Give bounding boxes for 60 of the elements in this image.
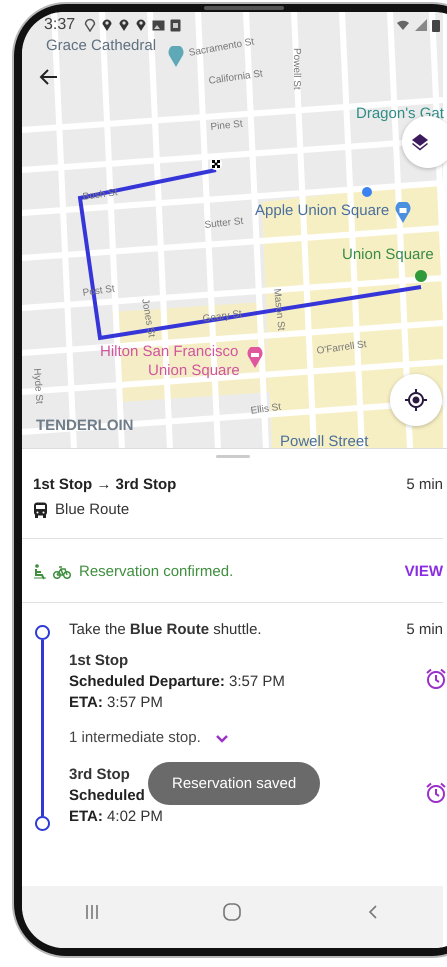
map-label: Sacramento St <box>188 36 256 59</box>
map-label: Geary St <box>202 308 243 325</box>
map-label: Union Square <box>148 363 240 380</box>
map-label: Hilton San Francisco <box>100 344 238 360</box>
wheelchair-icon <box>33 564 47 580</box>
map-label: Powell St <box>291 48 302 90</box>
back-chevron-icon <box>368 904 378 920</box>
map-label: Pine St <box>210 118 244 133</box>
map-label: Ellis St <box>250 402 282 417</box>
stop-time: Scheduled <box>69 787 146 804</box>
stop-name: 3rd Stop <box>69 766 131 783</box>
bus-icon <box>33 502 48 518</box>
home-icon <box>223 903 242 921</box>
location-pin-icon <box>135 18 148 32</box>
drag-handle[interactable] <box>216 455 250 458</box>
map-label: Union Square <box>342 247 434 264</box>
map-label: Apple Union Square <box>255 203 390 220</box>
reservation-status: Reservation confirmed. <box>79 563 234 580</box>
leg-duration: 5 min <box>406 621 443 638</box>
chevron-icon <box>214 732 229 742</box>
stop-time: ETA: 3:57 PM <box>69 694 164 711</box>
map-label: California St <box>208 68 264 87</box>
trip-title: 1st Stop → 3rd Stop <box>33 476 176 493</box>
trip-duration: 5 min <box>406 476 443 493</box>
map-label: Mason St <box>271 288 286 332</box>
bicycle-icon <box>53 564 71 578</box>
wifi-icon <box>396 19 410 31</box>
map-label: Jones St <box>139 298 157 338</box>
stop-name: 1st Stop <box>69 652 130 669</box>
back-arrow-icon <box>39 67 59 87</box>
instruction-text: Take the Blue Route shuttle. <box>69 621 262 638</box>
image-icon <box>152 20 166 30</box>
location-pin-icon <box>84 18 96 32</box>
map-label: Grace Cathedral <box>46 38 156 54</box>
map-label: Powell Street <box>280 434 368 450</box>
location-pin-icon <box>101 18 114 32</box>
map-label: O'Farrell St <box>316 339 368 357</box>
alarm-clock-icon <box>425 782 447 804</box>
battery-icon <box>432 18 440 32</box>
pin-icon <box>167 46 185 68</box>
map-label: TENDERLOIN <box>36 418 134 434</box>
map-label: Hyde St <box>31 368 44 404</box>
toast-message: Reservation saved <box>148 762 320 805</box>
recent-apps-icon <box>85 904 100 920</box>
intermediate-stops-toggle[interactable]: 1 intermediate stop. <box>69 729 443 746</box>
signal-icon <box>415 19 427 31</box>
status-time: 3:37 <box>44 16 76 34</box>
stop-time: ETA: 4:02 PM <box>69 808 163 825</box>
map-label: Sutter St <box>204 216 244 231</box>
crosshair-icon <box>405 389 427 411</box>
stop-time: Scheduled Departure: 3:57 PM <box>69 673 285 690</box>
shopping-bag-pin-icon <box>394 202 412 224</box>
hotel-pin-icon <box>246 347 264 369</box>
route-name: Blue Route <box>55 501 130 518</box>
map-label: Post St <box>82 284 116 299</box>
location-pin-icon <box>118 18 130 32</box>
view-button[interactable]: VIEW <box>404 563 443 580</box>
map-label: Bush St <box>82 187 118 203</box>
layers-icon <box>410 132 430 152</box>
alarm-clock-icon <box>425 668 447 690</box>
